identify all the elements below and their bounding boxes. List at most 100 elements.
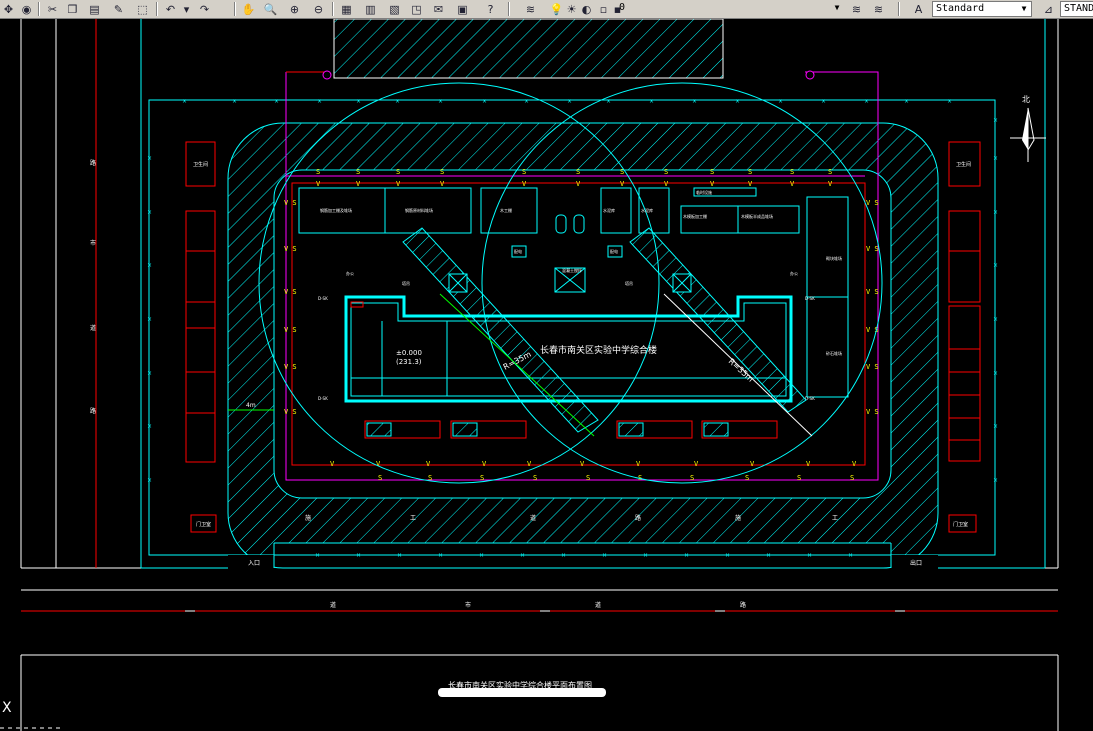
north-label: 北 <box>1022 95 1030 104</box>
top-left-box-label: 卫生间 <box>193 161 208 168</box>
svg-text:V S: V S <box>866 408 879 416</box>
dim-style-icon[interactable]: ⊿ <box>1040 1 1057 17</box>
right-gate-label: 门卫室 <box>953 521 968 528</box>
layer-manager-icon[interactable]: ≋ <box>522 1 539 17</box>
sheet-set-icon[interactable]: ◳ <box>408 1 425 17</box>
svg-text:×: × <box>147 316 152 323</box>
copy-icon[interactable]: ❐ <box>64 1 81 17</box>
svg-text:V S: V S <box>866 245 879 253</box>
pan-icon[interactable]: ✥ <box>0 1 17 17</box>
zoom-window-icon[interactable]: ⊕ <box>286 1 303 17</box>
svg-text:S: S <box>356 168 360 176</box>
help-icon[interactable]: ? <box>482 1 499 17</box>
svg-text:施: 施 <box>305 514 311 522</box>
top-right-box-label: 卫生间 <box>956 161 971 168</box>
zoom-realtime-icon[interactable]: 🔍 <box>262 1 279 17</box>
svg-text:临时设施: 临时设施 <box>696 189 712 195</box>
match-properties-icon[interactable]: ✎ <box>110 1 127 17</box>
svg-text:V S: V S <box>866 363 879 371</box>
pan-realtime-icon[interactable]: ✋ <box>240 1 257 17</box>
design-center-icon[interactable]: ▥ <box>362 1 379 17</box>
svg-text:D-SK: D-SK <box>318 396 328 401</box>
svg-text:S: S <box>710 168 714 176</box>
layer-previous-icon[interactable]: ≋ <box>848 1 865 17</box>
svg-text:木模板半成品堆场: 木模板半成品堆场 <box>741 213 773 219</box>
svg-text:砌块堆场: 砌块堆场 <box>826 255 842 261</box>
svg-text:×: × <box>993 316 998 323</box>
svg-text:×: × <box>147 477 152 484</box>
svg-text:V S: V S <box>284 245 297 253</box>
elevation-sublabel: (231.3) <box>396 358 422 366</box>
svg-text:×: × <box>606 98 611 105</box>
svg-text:塔吊: 塔吊 <box>625 280 633 286</box>
svg-text:木工棚: 木工棚 <box>500 207 512 213</box>
calculator-icon[interactable]: ▣ <box>454 1 471 17</box>
svg-text:×: × <box>778 98 783 105</box>
svg-text:×: × <box>438 98 443 105</box>
svg-text:S: S <box>480 474 484 482</box>
text-style-icon[interactable]: A <box>910 1 927 17</box>
chevron-down-icon[interactable]: ▼ <box>831 2 843 14</box>
toolbar-separator <box>332 2 334 16</box>
neighbour-building <box>333 19 724 79</box>
svg-text:×: × <box>147 155 152 162</box>
svg-text:施: 施 <box>735 514 741 522</box>
svg-text:V S: V S <box>866 288 879 296</box>
svg-text:S: S <box>396 168 400 176</box>
svg-text:S: S <box>533 474 537 482</box>
svg-text:V S: V S <box>284 288 297 296</box>
svg-text:路: 路 <box>635 514 641 522</box>
zoom-previous-icon[interactable]: ⊖ <box>310 1 327 17</box>
svg-text:×: × <box>735 98 740 105</box>
svg-text:配电: 配电 <box>514 248 522 254</box>
chevron-down-icon[interactable]: ▼ <box>1018 3 1030 15</box>
svg-text:×: × <box>395 98 400 105</box>
svg-text:×: × <box>317 98 322 105</box>
svg-text:道: 道 <box>330 601 336 609</box>
svg-text:水泥库: 水泥库 <box>641 207 653 213</box>
undo-dropdown-icon[interactable]: ▾ <box>178 1 195 17</box>
svg-text:入口: 入口 <box>248 560 260 567</box>
svg-text:S: S <box>790 168 794 176</box>
svg-text:路: 路 <box>740 601 746 609</box>
undo-icon[interactable]: ↶ <box>162 1 179 17</box>
svg-text:×: × <box>147 370 152 377</box>
svg-text:工: 工 <box>410 515 416 522</box>
svg-text:×: × <box>147 262 152 269</box>
toolbar: ✥ ◉ ✂ ❐ ▤ ✎ ⬚ ↶ ▾ ↷ ✋ 🔍 ⊕ ⊖ ▦ ▥ ▧ ◳ ✉ ▣ … <box>0 0 1093 19</box>
toolbar-separator <box>234 2 236 16</box>
svg-text:工: 工 <box>832 515 838 522</box>
layer-states-icon[interactable]: ≋ <box>870 1 887 17</box>
cut-icon[interactable]: ✂ <box>44 1 61 17</box>
svg-text:路: 路 <box>90 407 96 415</box>
properties-icon[interactable]: ▦ <box>338 1 355 17</box>
svg-text:路: 路 <box>90 159 96 167</box>
svg-text:钢筋加工棚及堆场: 钢筋加工棚及堆场 <box>320 207 352 213</box>
drawing-canvas[interactable]: 路市道路 道市道路 × × × × × × × × × × × × × × × × × × × × × × × × × × × ×… <box>0 19 1093 731</box>
redo-icon[interactable]: ↷ <box>196 1 213 17</box>
svg-text:道: 道 <box>595 601 601 609</box>
svg-text:V S: V S <box>284 326 297 334</box>
svg-text:×: × <box>993 262 998 269</box>
dim-style-combo[interactable]: STAND <box>1060 1 1093 17</box>
svg-text:D-SK: D-SK <box>318 296 328 301</box>
svg-text:S: S <box>690 474 694 482</box>
svg-text:×: × <box>993 155 998 162</box>
text-style-combo[interactable]: Standard ▼ <box>932 1 1032 17</box>
orbit-icon[interactable]: ◉ <box>18 1 35 17</box>
tool-palettes-icon[interactable]: ▧ <box>386 1 403 17</box>
svg-text:道: 道 <box>530 514 536 522</box>
svg-text:×: × <box>993 209 998 216</box>
svg-text:S: S <box>316 168 320 176</box>
paste-icon[interactable]: ▤ <box>86 1 103 17</box>
toolbar-separator <box>508 2 510 16</box>
svg-text:S: S <box>828 168 832 176</box>
toolbar-separator <box>156 2 158 16</box>
markup-icon[interactable]: ✉ <box>430 1 447 17</box>
svg-text:V S: V S <box>284 408 297 416</box>
freeze-icon[interactable]: ◐ <box>578 1 595 17</box>
svg-text:混凝土搅拌: 混凝土搅拌 <box>562 267 582 273</box>
layer-combo[interactable]: 0 ▼ <box>614 1 844 17</box>
block-editor-icon[interactable]: ⬚ <box>134 1 151 17</box>
svg-text:×: × <box>649 98 654 105</box>
